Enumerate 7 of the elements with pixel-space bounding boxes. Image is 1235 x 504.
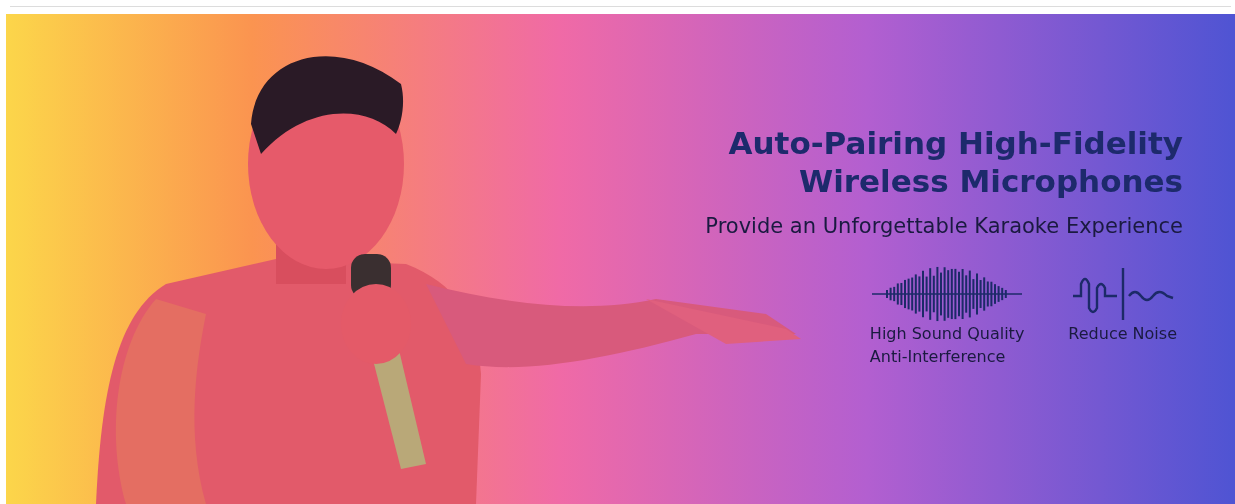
feature-label: High Sound Quality Anti-Interference [869,323,1025,368]
feature-label: Reduce Noise [1068,323,1177,345]
noise-wave-icon [1070,266,1175,322]
headline: Wireless Microphones [798,162,1183,200]
sound-wave-icon [872,266,1023,322]
subtitle: Provide an Unforgettable Karaoke Experience [705,214,1183,238]
headline: Auto-Pairing High-Fidelity [728,124,1183,162]
